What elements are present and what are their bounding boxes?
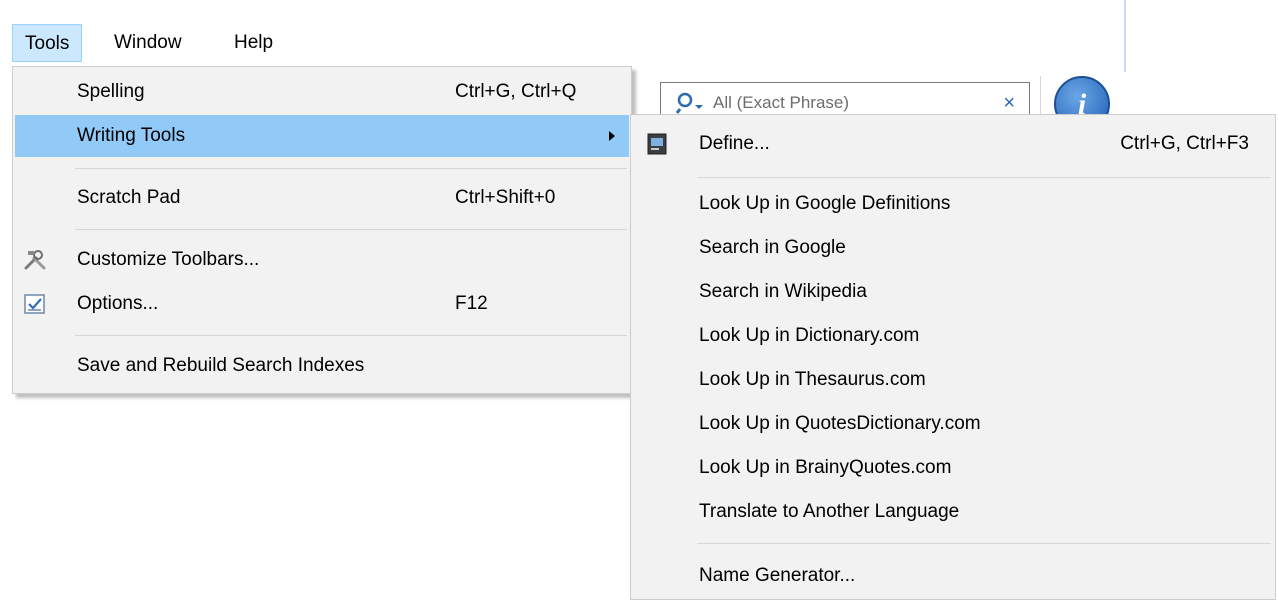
options-checkbox-icon — [24, 294, 45, 314]
menu-item-label: Name Generator... — [699, 565, 856, 586]
menu-item-brainyquotes-com[interactable]: Look Up in BrainyQuotes.com — [633, 447, 1273, 489]
clear-icon[interactable]: × — [1003, 91, 1015, 115]
menu-tools[interactable]: Tools — [12, 24, 83, 62]
menu-separator — [697, 177, 1271, 178]
menu-separator — [75, 168, 627, 169]
menu-item-label: Search in Wikipedia — [699, 281, 867, 302]
menu-item-label: Search in Google — [699, 237, 846, 258]
writing-tools-submenu: Define... Ctrl+G, Ctrl+F3 Look Up in Goo… — [630, 114, 1276, 600]
menu-item-shortcut: Ctrl+G, Ctrl+F3 — [1120, 133, 1249, 154]
menu-item-writing-tools[interactable]: Writing Tools — [15, 115, 629, 157]
tools-menu: Spelling Ctrl+G, Ctrl+Q Writing Tools Sc… — [12, 66, 632, 394]
menu-help[interactable]: Help — [222, 24, 285, 62]
menu-item-label: Scratch Pad — [77, 187, 181, 208]
window-edge — [1124, 0, 1126, 72]
menu-item-shortcut: Ctrl+G, Ctrl+Q — [455, 81, 577, 102]
menu-item-save-rebuild-indexes[interactable]: Save and Rebuild Search Indexes — [15, 345, 629, 387]
menu-item-name-generator[interactable]: Name Generator... — [633, 555, 1273, 597]
menu-item-label: Define... — [699, 133, 770, 154]
menu-item-shortcut: Ctrl+Shift+0 — [455, 187, 556, 208]
menu-separator — [697, 543, 1271, 544]
tools-icon — [24, 250, 46, 270]
menu-item-define[interactable]: Define... Ctrl+G, Ctrl+F3 — [633, 123, 1273, 165]
menu-window[interactable]: Window — [102, 24, 194, 62]
menu-item-label: Look Up in QuotesDictionary.com — [699, 413, 981, 434]
menu-item-label: Look Up in Dictionary.com — [699, 325, 920, 346]
menu-item-customize-toolbars[interactable]: Customize Toolbars... — [15, 239, 629, 281]
menu-item-label: Customize Toolbars... — [77, 249, 260, 270]
menu-item-spelling[interactable]: Spelling Ctrl+G, Ctrl+Q — [15, 71, 629, 113]
menu-item-label: Look Up in BrainyQuotes.com — [699, 457, 952, 478]
dictionary-book-icon — [647, 133, 667, 155]
menu-item-quotesdictionary-com[interactable]: Look Up in QuotesDictionary.com — [633, 403, 1273, 445]
submenu-arrow-icon — [609, 131, 615, 141]
menu-item-label: Translate to Another Language — [699, 501, 960, 522]
menu-item-scratch-pad[interactable]: Scratch Pad Ctrl+Shift+0 — [15, 177, 629, 219]
menu-item-label: Look Up in Thesaurus.com — [699, 369, 926, 390]
menu-item-label: Spelling — [77, 81, 145, 102]
menu-bar: Tools Window Help — [0, 0, 1124, 66]
menu-separator — [75, 335, 627, 336]
menu-item-label: Look Up in Google Definitions — [699, 193, 951, 214]
menu-item-options[interactable]: Options... F12 — [15, 283, 629, 325]
menu-item-thesaurus-com[interactable]: Look Up in Thesaurus.com — [633, 359, 1273, 401]
menu-item-dictionary-com[interactable]: Look Up in Dictionary.com — [633, 315, 1273, 357]
menu-item-search-google[interactable]: Search in Google — [633, 227, 1273, 269]
search-icon — [675, 92, 703, 114]
menu-item-google-definitions[interactable]: Look Up in Google Definitions — [633, 183, 1273, 225]
menu-separator — [75, 229, 627, 230]
search-placeholder: All (Exact Phrase) — [713, 93, 850, 112]
menu-item-label: Options... — [77, 293, 159, 314]
menu-item-search-wikipedia[interactable]: Search in Wikipedia — [633, 271, 1273, 313]
menu-item-label: Writing Tools — [77, 125, 186, 146]
menu-item-translate[interactable]: Translate to Another Language — [633, 491, 1273, 533]
menu-item-label: Save and Rebuild Search Indexes — [77, 355, 365, 376]
menu-item-shortcut: F12 — [455, 293, 488, 314]
